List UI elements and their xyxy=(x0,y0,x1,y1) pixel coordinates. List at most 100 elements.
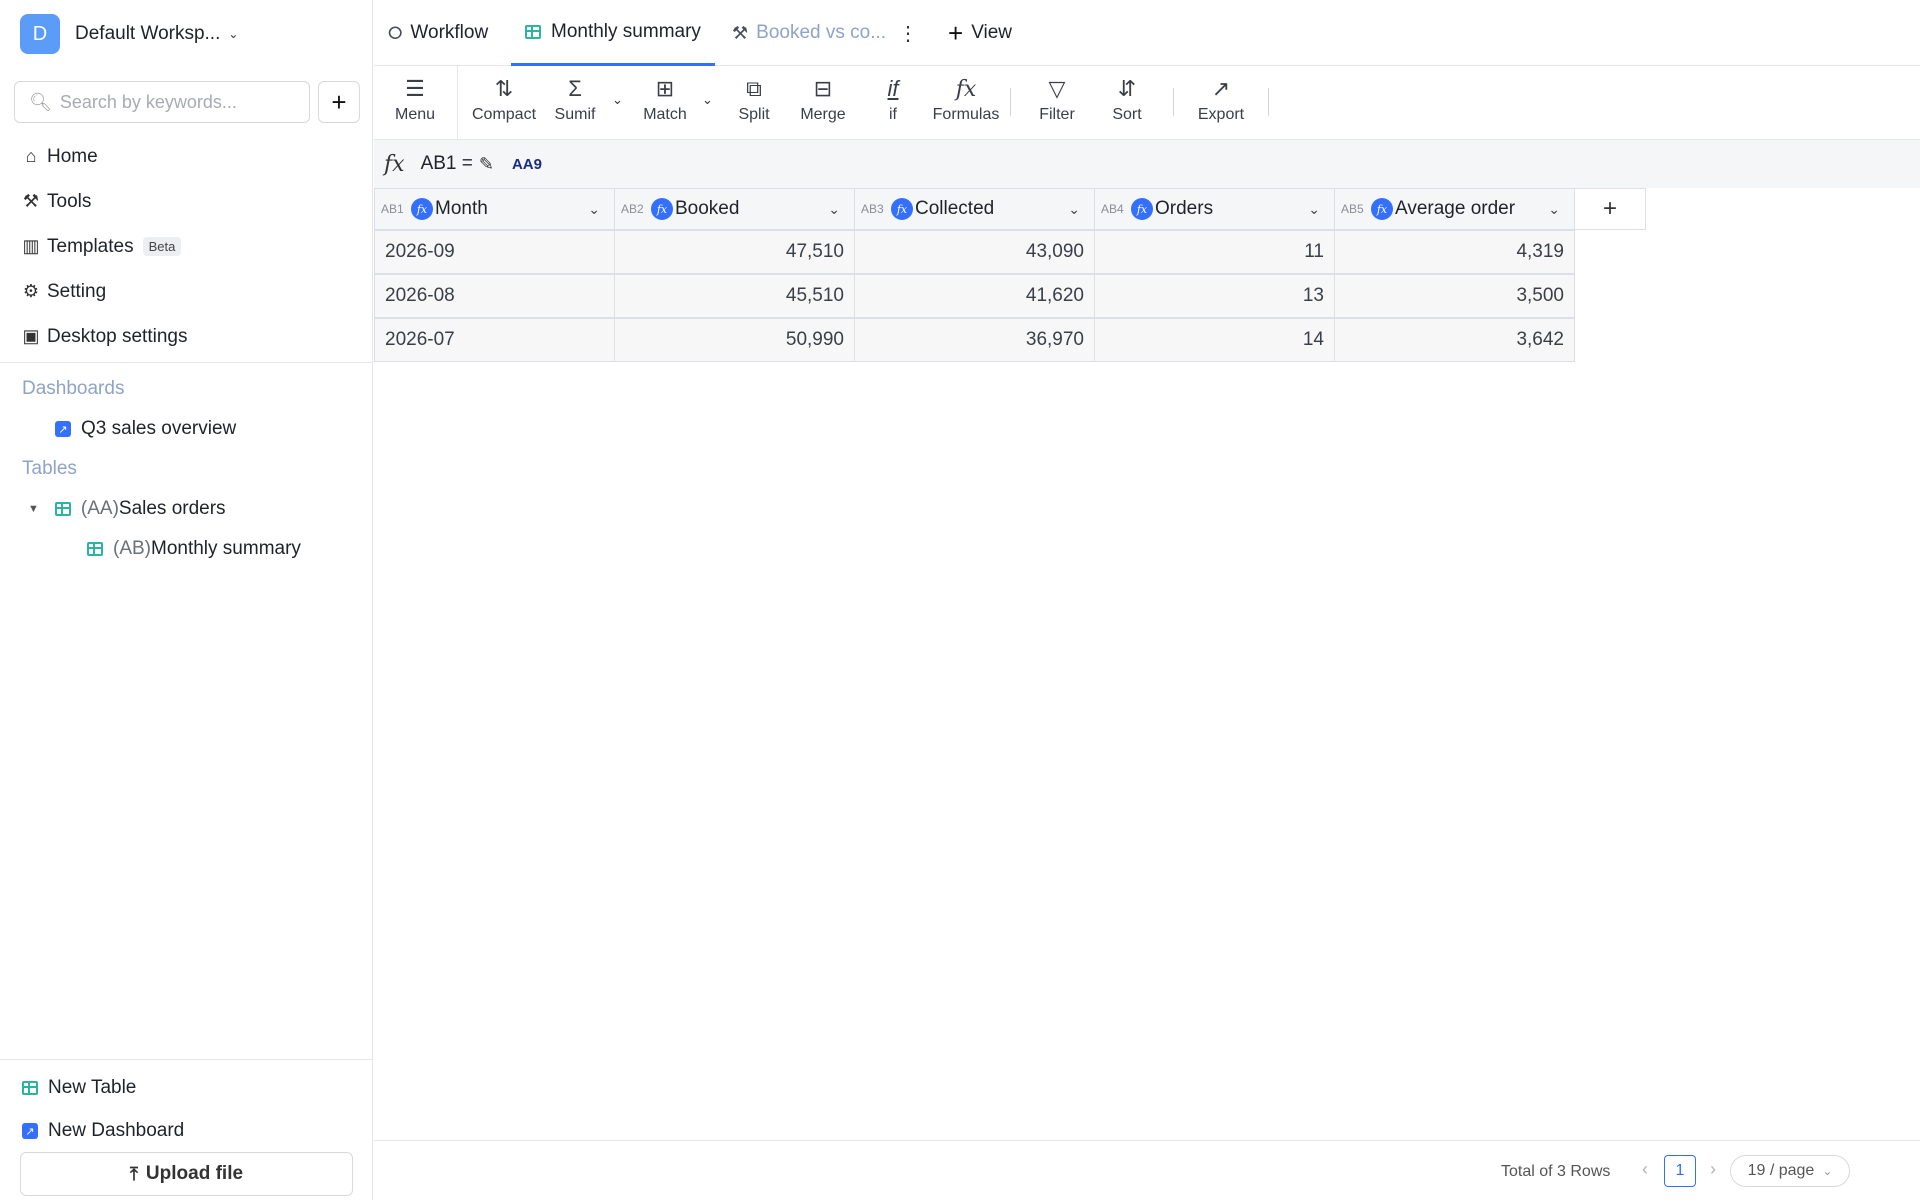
chevron-down-icon: ⌄ xyxy=(1822,1164,1833,1178)
column-header-booked[interactable]: AB2 fx Booked ⌄ xyxy=(614,188,855,230)
new-table-label: New Table xyxy=(48,1077,137,1098)
tool-label: Sumif xyxy=(554,106,596,123)
pagination-bar: Total of 3 Rows ‹ 1 › 19 / page ⌄ xyxy=(374,1140,1920,1200)
tool-label: Filter xyxy=(1039,106,1075,123)
upload-icon: ⤒ xyxy=(129,1163,138,1184)
table-icon xyxy=(87,542,103,556)
tab-booked-vs-collected[interactable]: ⚒ Booked vs co... ⋮ xyxy=(732,0,918,66)
table-label: Sales orders xyxy=(118,498,226,519)
table-item-sales-orders[interactable]: ▼ (AA) Sales orders xyxy=(28,498,226,520)
add-column-button[interactable]: + xyxy=(1574,188,1646,230)
upload-label: Upload file xyxy=(145,1163,244,1184)
if-button[interactable]: if if xyxy=(858,74,928,134)
table-cell[interactable]: 11 xyxy=(1094,230,1335,274)
add-view-button[interactable]: + View xyxy=(948,0,1012,66)
nav-item-label: Tools xyxy=(47,190,92,212)
chevron-down-icon[interactable]: ⌄ xyxy=(1068,201,1080,218)
chevron-down-icon: ⌄ xyxy=(228,27,239,41)
page-size-select[interactable]: 19 / page ⌄ xyxy=(1730,1155,1850,1187)
nav-item-label: Setting xyxy=(47,280,107,302)
sumif-dropdown-icon[interactable]: ⌄ xyxy=(612,92,623,108)
column-header-orders[interactable]: AB4 fx Orders ⌄ xyxy=(1094,188,1335,230)
filter-button[interactable]: ▽ Filter xyxy=(1022,74,1092,134)
nav-item-tools[interactable]: ⚒ Tools xyxy=(20,179,187,224)
function-icon: fx xyxy=(384,151,405,177)
table-cell[interactable]: 50,990 xyxy=(614,318,855,362)
edit-icon[interactable]: ✎ xyxy=(479,154,494,175)
nav-item-home[interactable]: ⌂ Home xyxy=(20,134,187,179)
upload-file-button[interactable]: ⤒ Upload file xyxy=(20,1152,353,1196)
new-dashboard-button[interactable]: ↗ New Dashboard xyxy=(22,1120,184,1142)
column-name: Booked xyxy=(675,198,740,219)
column-header-average-order[interactable]: AB5 fx Average order ⌄ xyxy=(1334,188,1575,230)
current-page[interactable]: 1 xyxy=(1664,1155,1696,1187)
formula-icon: fx xyxy=(411,198,433,220)
column-header-month[interactable]: AB1 fx Month ⌄ xyxy=(374,188,615,230)
table-prefix: (AA) xyxy=(80,498,119,519)
tool-label: Split xyxy=(738,106,770,123)
match-dropdown-icon[interactable]: ⌄ xyxy=(702,92,713,108)
table-cell[interactable]: 2026-07 xyxy=(374,318,615,362)
chevron-left-icon[interactable]: ‹ xyxy=(1642,1159,1648,1180)
nav-item-templates[interactable]: ▥ Templates Beta xyxy=(20,224,187,269)
formulas-button[interactable]: fx Formulas xyxy=(927,74,1005,134)
table-cell[interactable]: 13 xyxy=(1094,274,1335,318)
table-cell[interactable]: 47,510 xyxy=(614,230,855,274)
table-cell[interactable]: 2026-09 xyxy=(374,230,615,274)
formula-icon: fx xyxy=(891,198,913,220)
table-cell[interactable]: 36,970 xyxy=(854,318,1095,362)
tool-label: Match xyxy=(643,106,687,123)
table-item-monthly-summary[interactable]: (AB) Monthly summary xyxy=(87,538,301,560)
divider xyxy=(0,1059,373,1060)
match-button[interactable]: ⊞ Match xyxy=(630,74,700,134)
search-input[interactable] xyxy=(59,91,300,113)
tab-workflow[interactable]: ⭘ Workflow xyxy=(388,0,488,66)
merge-button[interactable]: ⊟ Merge xyxy=(788,74,858,134)
caret-down-icon[interactable]: ▼ xyxy=(28,503,39,515)
tab-monthly-summary[interactable]: Monthly summary xyxy=(511,0,715,66)
toolbar: ☰ Menu ⇅ Compact Σ Sumif ⌄ ⊞ Match ⌄ ⧉ S… xyxy=(374,66,1920,140)
column-header-collected[interactable]: AB3 fx Collected ⌄ xyxy=(854,188,1095,230)
table-icon xyxy=(54,502,71,516)
new-dashboard-label: New Dashboard xyxy=(48,1120,185,1141)
table-cell[interactable]: 45,510 xyxy=(614,274,855,318)
nav-item-setting[interactable]: ⚙ Setting xyxy=(20,269,187,314)
table-cell[interactable]: 3,500 xyxy=(1334,274,1575,318)
table-cell[interactable]: 41,620 xyxy=(854,274,1095,318)
nav-item-desktop-settings[interactable]: ▣ Desktop settings xyxy=(20,314,187,359)
workspace-avatar: D xyxy=(20,14,60,54)
export-button[interactable]: ↗ Export xyxy=(1186,74,1256,134)
sort-button[interactable]: ⇵ Sort xyxy=(1092,74,1162,134)
table-cell[interactable]: 3,642 xyxy=(1334,318,1575,362)
desktop-folder-icon: ▣ xyxy=(22,326,40,346)
menu-button[interactable]: ☰ Menu xyxy=(380,74,450,134)
sumif-button[interactable]: Σ Sumif xyxy=(540,74,610,134)
split-button[interactable]: ⧉ Split xyxy=(719,74,789,134)
table-cell[interactable]: 4,319 xyxy=(1334,230,1575,274)
add-button[interactable]: + xyxy=(318,81,360,123)
hamburger-icon: ☰ xyxy=(405,76,425,101)
more-vertical-icon[interactable]: ⋮ xyxy=(898,21,918,46)
formula-reference[interactable]: AA9 xyxy=(512,156,542,173)
table-cell[interactable]: 2026-08 xyxy=(374,274,615,318)
divider xyxy=(1173,88,1174,116)
chevron-right-icon[interactable]: › xyxy=(1710,1159,1716,1180)
new-table-button[interactable]: New Table xyxy=(22,1077,136,1099)
chart-icon: ⚒ xyxy=(732,22,749,43)
chevron-down-icon[interactable]: ⌄ xyxy=(1548,201,1560,218)
column-code: AB4 xyxy=(1101,202,1124,216)
compact-button[interactable]: ⇅ Compact xyxy=(469,74,539,134)
workspace-switcher[interactable]: D Default Worksp... ⌄ xyxy=(20,14,238,54)
sidebar: D Default Worksp... ⌄ 🔍︎ + ⌂ Home ⚒ Tool… xyxy=(0,0,373,1200)
table-icon xyxy=(22,1081,38,1095)
filter-icon: ▽ xyxy=(1048,76,1066,101)
chevron-down-icon[interactable]: ⌄ xyxy=(828,201,840,218)
table-prefix: (AB) xyxy=(113,538,151,559)
dashboard-item-q3[interactable]: ↗ Q3 sales overview xyxy=(55,418,236,440)
table-cell[interactable]: 14 xyxy=(1094,318,1335,362)
table-cell[interactable]: 43,090 xyxy=(854,230,1095,274)
formula-bar: fx AB1 = ✎ AA9 xyxy=(374,140,1920,188)
chevron-down-icon[interactable]: ⌄ xyxy=(1308,201,1320,218)
dashboard-icon: ↗ xyxy=(22,1123,38,1139)
chevron-down-icon[interactable]: ⌄ xyxy=(588,201,600,218)
